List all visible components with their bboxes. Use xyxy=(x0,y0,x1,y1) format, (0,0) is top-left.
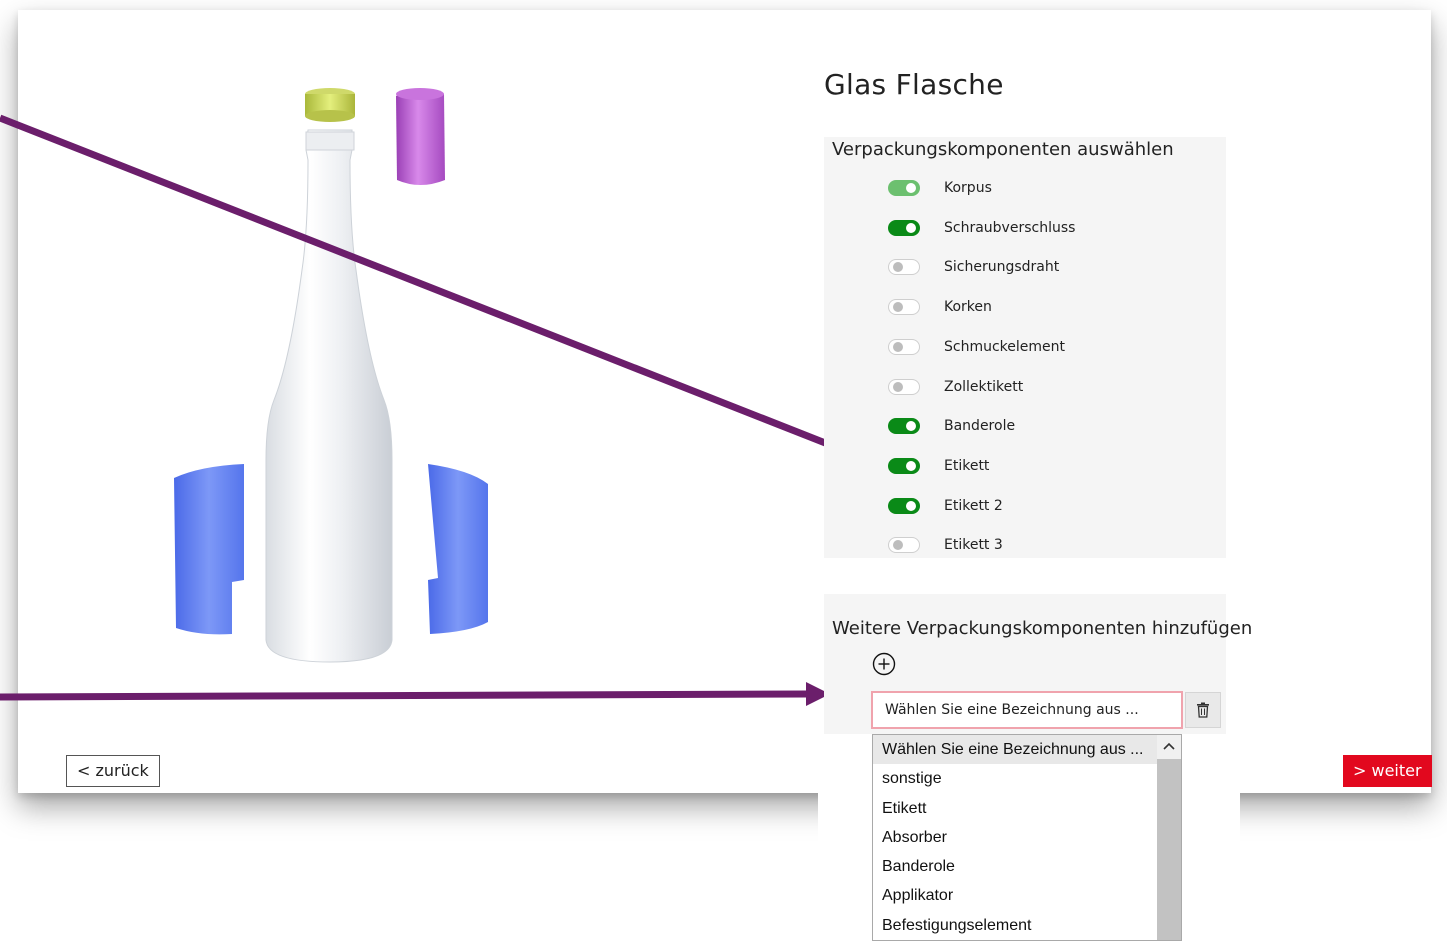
next-button[interactable]: > weiter xyxy=(1343,755,1432,787)
toggle-knob xyxy=(893,341,903,352)
back-button[interactable]: < zurück xyxy=(66,755,160,787)
component-toggle-row[interactable]: Sicherungsdraht xyxy=(888,255,1059,279)
component-name-dropdown[interactable]: Wählen Sie eine Bezeichnung aus ... sonst… xyxy=(872,734,1182,941)
toggle-knob xyxy=(906,421,916,432)
components-panel: Verpackungskomponenten auswählen Korpus S… xyxy=(824,137,1226,558)
component-toggle-row[interactable]: Schraubverschluss xyxy=(888,216,1075,240)
chevron-up-icon[interactable] xyxy=(1163,741,1175,751)
dropdown-option[interactable]: Banderole xyxy=(873,852,1157,881)
toggle-switch[interactable] xyxy=(888,180,920,196)
dropdown-scroll-thumb[interactable] xyxy=(1157,759,1181,940)
component-toggle-row[interactable]: Schmuckelement xyxy=(888,335,1065,359)
trash-icon xyxy=(1197,702,1209,718)
dropdown-option[interactable]: Befestigungselement xyxy=(873,911,1157,940)
screw-cap-ring-shape xyxy=(305,88,355,122)
toggle-knob xyxy=(906,222,916,233)
component-toggle-row[interactable]: Korken xyxy=(888,295,992,319)
toggle-switch[interactable] xyxy=(888,338,920,355)
bottle-3d-preview xyxy=(174,88,488,663)
toggle-knob xyxy=(893,381,903,392)
component-name-select[interactable]: Wählen Sie eine Bezeichnung aus ... xyxy=(871,691,1183,729)
toggle-label: Zollektikett xyxy=(944,378,1024,395)
toggle-knob xyxy=(906,500,916,511)
toggle-label: Etikett 3 xyxy=(944,537,1003,554)
toggle-knob xyxy=(893,540,903,551)
toggle-switch[interactable] xyxy=(888,259,920,276)
page-title: Glas Flasche xyxy=(824,68,1004,101)
toggle-label: Korpus xyxy=(944,180,992,196)
toggle-label: Etikett 2 xyxy=(944,497,1003,514)
toggle-label: Korken xyxy=(944,299,992,316)
label-band-right-shape xyxy=(428,464,488,634)
delete-component-button[interactable] xyxy=(1185,692,1221,728)
toggle-label: Banderole xyxy=(944,418,1016,435)
toggle-switch[interactable] xyxy=(888,219,920,236)
dropdown-option[interactable]: Etikett xyxy=(873,794,1157,823)
dropdown-scrollbar[interactable] xyxy=(1157,735,1181,940)
toggle-label: Schraubverschluss xyxy=(944,219,1076,236)
component-toggle-row[interactable]: Etikett xyxy=(888,454,989,478)
toggle-switch[interactable] xyxy=(888,537,920,554)
bottle-body-shape xyxy=(265,129,393,663)
component-toggle-row[interactable]: Zollektikett xyxy=(888,375,1023,399)
toggle-switch[interactable] xyxy=(888,418,920,435)
toggle-knob xyxy=(893,262,903,273)
toggle-label: Sicherungsdraht xyxy=(944,259,1060,276)
toggle-label: Schmuckelement xyxy=(944,338,1066,355)
plus-circle-icon[interactable] xyxy=(872,652,896,676)
toggle-switch[interactable] xyxy=(888,299,920,316)
add-components-heading: Weitere Verpackungskomponenten hinzufüge… xyxy=(832,618,1253,639)
toggle-knob xyxy=(906,183,916,193)
toggle-switch[interactable] xyxy=(888,378,920,395)
toggle-knob xyxy=(906,460,916,471)
screw-cap-shape xyxy=(396,88,445,185)
dropdown-option[interactable]: Absorber xyxy=(873,823,1157,852)
component-toggle-row[interactable]: Etikett 2 xyxy=(888,494,1003,518)
dropdown-option[interactable]: sonstige xyxy=(873,764,1157,793)
components-panel-heading: Verpackungskomponenten auswählen xyxy=(832,139,1174,160)
component-toggle-row[interactable]: Banderole xyxy=(888,414,1015,438)
toggle-knob xyxy=(893,302,903,313)
toggle-label: Etikett xyxy=(944,457,990,474)
label-band-left-shape xyxy=(174,464,244,635)
dropdown-option[interactable]: Wählen Sie eine Bezeichnung aus ... xyxy=(873,735,1157,765)
component-toggle-row[interactable]: Etikett 3 xyxy=(888,533,1003,557)
dropdown-option[interactable]: Applikator xyxy=(873,881,1157,910)
toggle-switch[interactable] xyxy=(888,497,920,514)
component-toggle-row[interactable]: Korpus xyxy=(888,176,992,200)
toggle-switch[interactable] xyxy=(888,457,920,474)
